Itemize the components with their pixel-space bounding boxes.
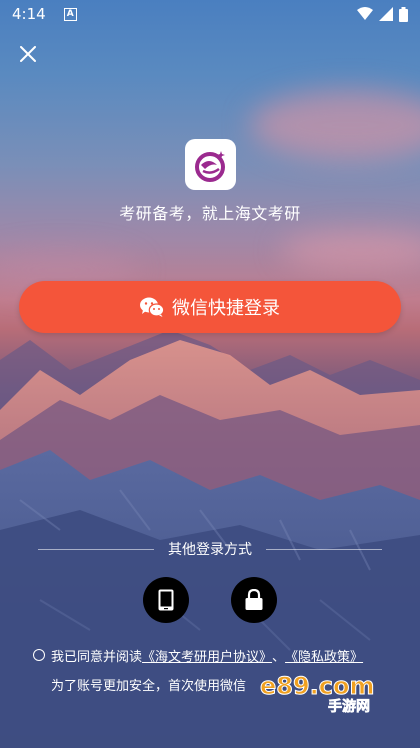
password-login-button[interactable] [231,577,277,623]
watermark-logo-text: e89.com [260,672,375,700]
status-bar: 4:14 A [0,0,420,28]
user-agreement-link[interactable]: 《海文考研用户协议》 [142,646,272,665]
login-screen: 4:14 A 考研备考，就上海文考研 微信快捷登录 其他登录方式 我已同意并阅读… [0,0,420,748]
divider-line [266,548,382,550]
app-logo-icon [194,150,225,182]
wechat-login-button[interactable]: 微信快捷登录 [19,281,401,333]
background-cloud [280,230,420,270]
close-button[interactable] [14,40,42,68]
agreement-prefix: 我已同意并阅读 [51,649,143,665]
app-tagline: 考研备考，就上海文考研 [119,204,301,223]
status-icons [357,6,408,22]
notification-a-icon: A [63,7,77,21]
wechat-icon [140,297,164,317]
close-icon [20,46,36,62]
site-watermark-logo: e89.com 手游网 [260,672,376,715]
battery-icon [399,6,408,22]
lock-icon [245,589,263,610]
agreement-separator: 、 [272,649,286,665]
phone-icon [158,589,174,611]
divider-line [38,548,154,550]
wechat-login-label: 微信快捷登录 [172,298,280,319]
other-login-label: 其他登录方式 [168,542,252,558]
status-time: 4:14 [12,5,46,23]
agree-checkbox[interactable] [33,649,45,661]
agreement-row: 我已同意并阅读 《海文考研用户协议》 、 《隐私政策》 [33,645,403,665]
wifi-icon [357,7,373,20]
phone-login-button[interactable] [143,577,189,623]
app-logo [185,139,236,190]
background-cloud [250,90,420,160]
signal-icon [379,7,393,21]
privacy-policy-link[interactable]: 《隐私政策》 [285,646,363,665]
other-login-divider: 其他登录方式 [38,539,382,559]
watermark-sub-text: 手游网 [328,698,370,714]
